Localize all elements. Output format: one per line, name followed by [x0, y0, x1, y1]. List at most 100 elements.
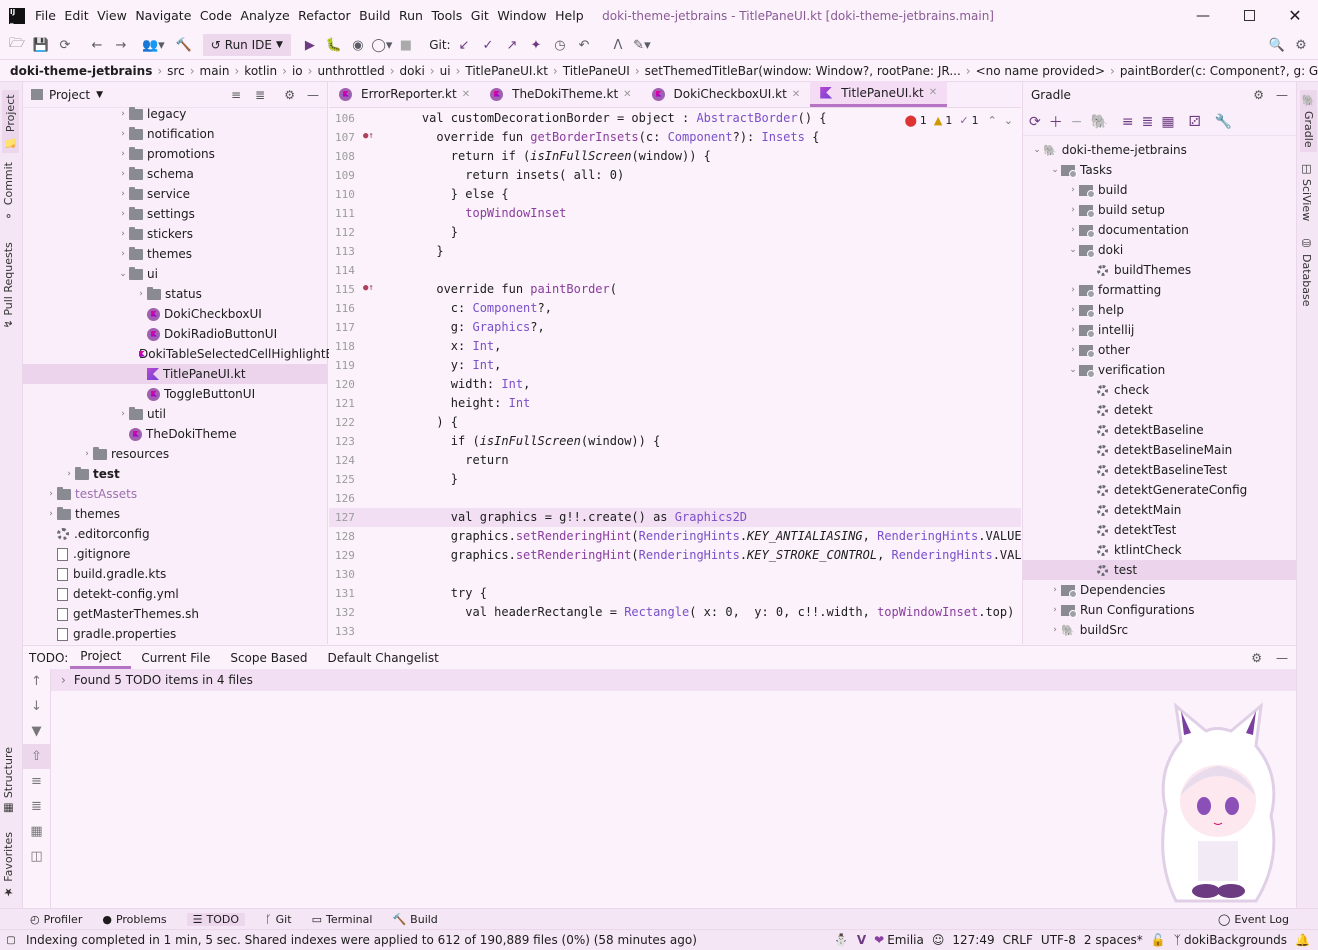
expand-arrow-icon[interactable]: ›: [1049, 625, 1061, 635]
gradle-tree-item[interactable]: › documentation: [1023, 220, 1296, 240]
caret-position[interactable]: 127:49: [952, 933, 994, 947]
expand-arrow-icon[interactable]: ⌄: [117, 269, 129, 279]
code-line[interactable]: x: Int,: [393, 337, 1021, 356]
bottom-tool-git[interactable]: ᚴ Git: [265, 913, 292, 926]
project-tree-item[interactable]: gradle.properties: [23, 624, 327, 644]
debug-icon[interactable]: 🐛: [323, 34, 345, 56]
editor-tab[interactable]: DokiCheckboxUI.kt ✕: [642, 81, 811, 107]
expand-arrow-icon[interactable]: ⌄: [1067, 365, 1079, 375]
project-tree-item[interactable]: › resources: [23, 444, 327, 464]
chevron-right-icon[interactable]: ›: [61, 673, 66, 687]
code-line[interactable]: [393, 261, 1021, 280]
chevron-down-icon[interactable]: ⌄: [1004, 114, 1013, 127]
gradle-tree-item[interactable]: detektBaseline: [1023, 420, 1296, 440]
reload-icon[interactable]: ⟳: [1029, 114, 1041, 130]
gradle-tree-item[interactable]: ⌄ Tasks: [1023, 160, 1296, 180]
code-line[interactable]: if (isInFullScreen(window)) {: [393, 432, 1021, 451]
gradle-tree-item[interactable]: check: [1023, 380, 1296, 400]
hammer-icon[interactable]: 🔨: [173, 34, 195, 56]
run-config-dropdown[interactable]: ↺ Run IDE ▼: [202, 34, 291, 56]
vim-icon[interactable]: V: [857, 933, 866, 947]
close-icon[interactable]: ✕: [623, 89, 631, 100]
project-tree-item[interactable]: › service: [23, 184, 327, 204]
project-tree-item[interactable]: › themes: [23, 504, 327, 524]
git-merge-icon[interactable]: ✦: [525, 34, 547, 56]
breadcrumb-item[interactable]: doki-theme-jetbrains: [10, 64, 152, 78]
gear-icon[interactable]: ⚙: [1251, 651, 1262, 665]
remove-icon[interactable]: −: [1071, 114, 1083, 130]
execute-task-icon[interactable]: 🐘: [1090, 114, 1107, 130]
arrow-up-icon[interactable]: ↑: [23, 669, 50, 694]
gradle-tree-item[interactable]: ktlintCheck: [1023, 540, 1296, 560]
todo-tab[interactable]: Current File: [131, 646, 220, 669]
bottom-tool-profiler[interactable]: ◴ Profiler: [30, 913, 82, 926]
code-line[interactable]: return if (isInFullScreen(window)) {: [393, 147, 1021, 166]
face-icon[interactable]: ☺: [932, 933, 945, 947]
project-tree-item[interactable]: › promotions: [23, 144, 327, 164]
code-line[interactable]: y: Int,: [393, 356, 1021, 375]
editor-tab[interactable]: TitlePaneUI.kt ✕: [810, 81, 948, 107]
rollback-icon[interactable]: ↶: [573, 34, 595, 56]
override-marker-icon[interactable]: ●↑: [363, 283, 374, 293]
code-line[interactable]: graphics.setRenderingHint(RenderingHints…: [393, 546, 1021, 565]
project-tool-button[interactable]: 📁 Project: [2, 90, 19, 154]
forward-icon[interactable]: →: [110, 34, 132, 56]
doki-toolbar-icon[interactable]: ⛄: [834, 933, 849, 947]
project-panel-title[interactable]: Project: [49, 88, 90, 102]
project-tree-item[interactable]: ⌄ ui: [23, 264, 327, 284]
menu-refactor[interactable]: Refactor: [298, 8, 350, 23]
inspection-widget[interactable]: ⬤ 1 ▲ 1 ✓ 1 ⌃ ⌄: [905, 114, 1013, 127]
expand-arrow-icon[interactable]: ›: [117, 149, 129, 159]
expand-arrow-icon[interactable]: ›: [1067, 205, 1079, 215]
expand-arrow-icon[interactable]: ›: [117, 169, 129, 179]
save-icon[interactable]: 💾: [30, 34, 52, 56]
close-button[interactable]: ✕: [1272, 6, 1318, 25]
gradle-tree-item[interactable]: ⌄ verification: [1023, 360, 1296, 380]
minimize-button[interactable]: —: [1180, 8, 1226, 24]
profile-icon[interactable]: ◯▾: [371, 34, 393, 56]
todo-tab[interactable]: Default Changelist: [318, 646, 449, 669]
breadcrumb-item[interactable]: setThemedTitleBar(window: Window?, rootP…: [645, 64, 961, 78]
breadcrumb-item[interactable]: main: [200, 64, 230, 78]
favorites-tool-button[interactable]: ★ Favorites: [2, 832, 15, 899]
bottom-tool-terminal[interactable]: ▭ Terminal: [312, 913, 373, 926]
expand-arrow-icon[interactable]: ›: [1049, 585, 1061, 595]
filter-icon[interactable]: ▼: [23, 719, 50, 744]
gradle-tree-item[interactable]: detektGenerateConfig: [1023, 480, 1296, 500]
code-line[interactable]: [393, 489, 1021, 508]
expand-arrow-icon[interactable]: ›: [63, 469, 75, 479]
editor-tab[interactable]: ErrorReporter.kt ✕: [329, 81, 480, 107]
close-icon[interactable]: ✕: [929, 87, 937, 98]
close-icon[interactable]: ✕: [462, 89, 470, 100]
menu-view[interactable]: View: [97, 8, 127, 23]
project-tree-item[interactable]: › settings: [23, 204, 327, 224]
sciview-tool-button[interactable]: ◫ SciView: [1300, 162, 1313, 221]
file-encoding[interactable]: UTF-8: [1041, 933, 1076, 947]
expand-arrow-icon[interactable]: ›: [1067, 225, 1079, 235]
gradle-tree-item[interactable]: buildThemes: [1023, 260, 1296, 280]
bottom-tool-build[interactable]: 🔨 Build: [392, 913, 437, 926]
breadcrumb-item[interactable]: TitlePaneUI.kt: [465, 64, 548, 78]
project-tree-item[interactable]: .editorconfig: [23, 524, 327, 544]
override-marker-icon[interactable]: ●↑: [363, 131, 374, 141]
gradle-tree-item[interactable]: ⌄ doki: [1023, 240, 1296, 260]
status-toggle-icon[interactable]: ▢: [0, 935, 22, 946]
editor-tab[interactable]: TheDokiTheme.kt ✕: [480, 81, 641, 107]
group-modules-icon[interactable]: ▦: [1161, 114, 1174, 130]
code-line[interactable]: g: Graphics?,: [393, 318, 1021, 337]
hide-icon[interactable]: —: [307, 88, 319, 102]
code-line[interactable]: val graphics = g!!.create() as Graphics2…: [393, 508, 1021, 527]
event-log-button[interactable]: ◯ Event Log: [1218, 910, 1289, 929]
back-icon[interactable]: ←: [86, 34, 108, 56]
menu-navigate[interactable]: Navigate: [135, 8, 191, 23]
code-line[interactable]: try {: [393, 584, 1021, 603]
code-line[interactable]: }: [393, 242, 1021, 261]
todo-tab[interactable]: Scope Based: [220, 646, 317, 669]
expand-arrow-icon[interactable]: ›: [45, 509, 57, 519]
code-line[interactable]: [393, 622, 1021, 641]
project-tree-item[interactable]: TheDokiTheme: [23, 424, 327, 444]
stop-icon[interactable]: ■: [395, 34, 417, 56]
project-tree-item[interactable]: detekt-config.yml: [23, 584, 327, 604]
breadcrumb-item[interactable]: paintBorder(c: Component?, g: Graphics: [1120, 64, 1318, 78]
code-line[interactable]: override fun paintBorder(: [393, 280, 1021, 299]
